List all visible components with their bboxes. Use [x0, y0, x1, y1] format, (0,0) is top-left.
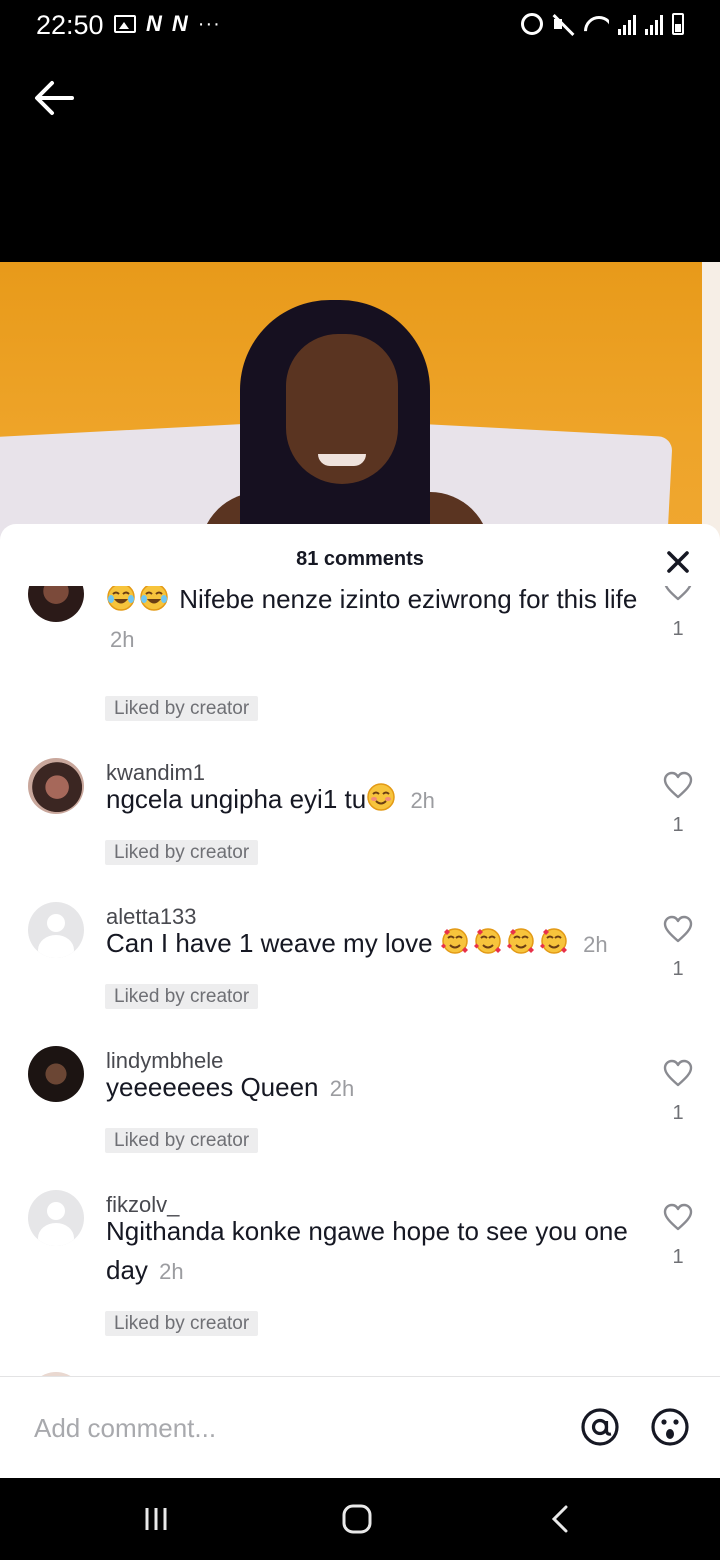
like-count: 1: [672, 1246, 684, 1268]
heart-icon: [664, 586, 692, 601]
signal-icon: [618, 13, 636, 35]
like-button[interactable]: [662, 914, 694, 944]
liked-by-creator-badge: Liked by creator: [105, 1128, 259, 1153]
comment-time: 2h: [410, 788, 435, 813]
like-count: 1: [672, 814, 684, 836]
comments-count-title: 81 comments: [296, 548, 424, 570]
tears-of-joy-emoji-icon: [140, 586, 168, 611]
smiling-hearts-emoji-icon: [539, 928, 567, 954]
like-button[interactable]: [662, 586, 694, 602]
comment-text: Can I have 1 weave my love 2h: [106, 924, 646, 964]
smiling-hearts-emoji-icon: [473, 928, 501, 954]
video-player[interactable]: [0, 262, 720, 552]
recent-apps-icon: [145, 1508, 167, 1530]
home-icon: [342, 1504, 372, 1534]
wifi-icon: [583, 13, 609, 35]
liked-by-creator-badge: Liked by creator: [105, 840, 259, 865]
heart-icon: [663, 1059, 693, 1087]
video-scene: [702, 262, 720, 552]
tears-of-joy-emoji-icon: [107, 586, 135, 611]
avatar[interactable]: [28, 902, 84, 958]
comment-body: Ngithanda konke ngawe hope to see you on…: [106, 1216, 628, 1285]
home-button[interactable]: [337, 1502, 377, 1536]
video-scene: [318, 454, 366, 466]
status-time: 22:50: [36, 10, 104, 40]
comments-sheet: 81 comments mazikodese Nifebe nenze izin…: [0, 524, 720, 1478]
comment-text: Nifebe nenze izinto eziwrong for this li…: [106, 586, 646, 659]
n-app-icon: N: [171, 11, 188, 36]
system-nav-bar: [0, 1478, 720, 1560]
emoji-button[interactable]: [650, 1407, 690, 1447]
comment-time: 2h: [110, 627, 135, 652]
comment-body: ngcela ungipha eyi1 tu: [106, 784, 367, 814]
at-sign-icon: [581, 1408, 619, 1446]
comment-input-bar: [0, 1377, 720, 1478]
comment-text: Ngithanda konke ngawe hope to see you on…: [106, 1212, 646, 1291]
recent-apps-button[interactable]: [136, 1502, 176, 1536]
status-bar: 22:50 N N ···: [0, 0, 720, 56]
liked-by-creator-badge: Liked by creator: [105, 984, 259, 1009]
emoji-face-icon: [651, 1408, 689, 1446]
arrow-left-icon: [35, 81, 74, 115]
smiling-hearts-emoji-icon: [506, 928, 534, 954]
comment-input[interactable]: [34, 1407, 534, 1449]
avatar[interactable]: [28, 1190, 84, 1246]
comment-time: 2h: [583, 932, 608, 957]
gallery-icon: [114, 15, 136, 33]
notification-icons: N N ···: [114, 11, 221, 36]
back-nav-button[interactable]: [540, 1502, 580, 1536]
avatar[interactable]: [28, 758, 84, 814]
like-button[interactable]: [662, 1202, 694, 1232]
close-icon: [667, 551, 689, 573]
comment-body: yeeeeeees Queen: [106, 1072, 319, 1102]
like-count: 1: [672, 1102, 684, 1124]
comment-time: 2h: [329, 1076, 355, 1101]
battery-icon: [672, 13, 684, 35]
comment-body: Can I have 1 weave my love: [106, 928, 440, 958]
system-icons: [521, 13, 684, 35]
liked-by-creator-badge: Liked by creator: [105, 696, 259, 721]
comment-list[interactable]: mazikodese Nifebe nenze izinto eziwrong …: [0, 586, 720, 1376]
comment-body: Nifebe nenze izinto eziwrong for this li…: [179, 586, 638, 614]
like-count: 1: [672, 958, 684, 980]
n-app-icon: N: [146, 11, 162, 36]
avatar[interactable]: [28, 586, 84, 622]
more-dots-icon: ···: [197, 13, 221, 35]
heart-icon: [663, 771, 693, 799]
like-count: 1: [672, 618, 684, 640]
chevron-left-icon: [551, 1505, 568, 1533]
comment-text: yeeeeeees Queen 2h: [106, 1068, 646, 1108]
avatar[interactable]: [28, 1046, 84, 1102]
heart-icon: [663, 915, 693, 943]
smiling-blush-emoji-icon: [367, 783, 395, 811]
comment-time: 2h: [159, 1259, 184, 1284]
mention-button[interactable]: [580, 1407, 620, 1447]
smiling-hearts-emoji-icon: [440, 928, 468, 954]
mute-icon: [552, 13, 574, 35]
close-button[interactable]: [664, 548, 692, 576]
alarm-icon: [521, 13, 543, 35]
like-button[interactable]: [662, 770, 694, 800]
liked-by-creator-badge: Liked by creator: [105, 1311, 259, 1336]
comment-text: ngcela ungipha eyi1 tu 2h: [106, 780, 646, 820]
signal-icon: [645, 13, 663, 35]
back-button[interactable]: [32, 78, 76, 118]
like-button[interactable]: [662, 1058, 694, 1088]
heart-icon: [663, 1203, 693, 1231]
